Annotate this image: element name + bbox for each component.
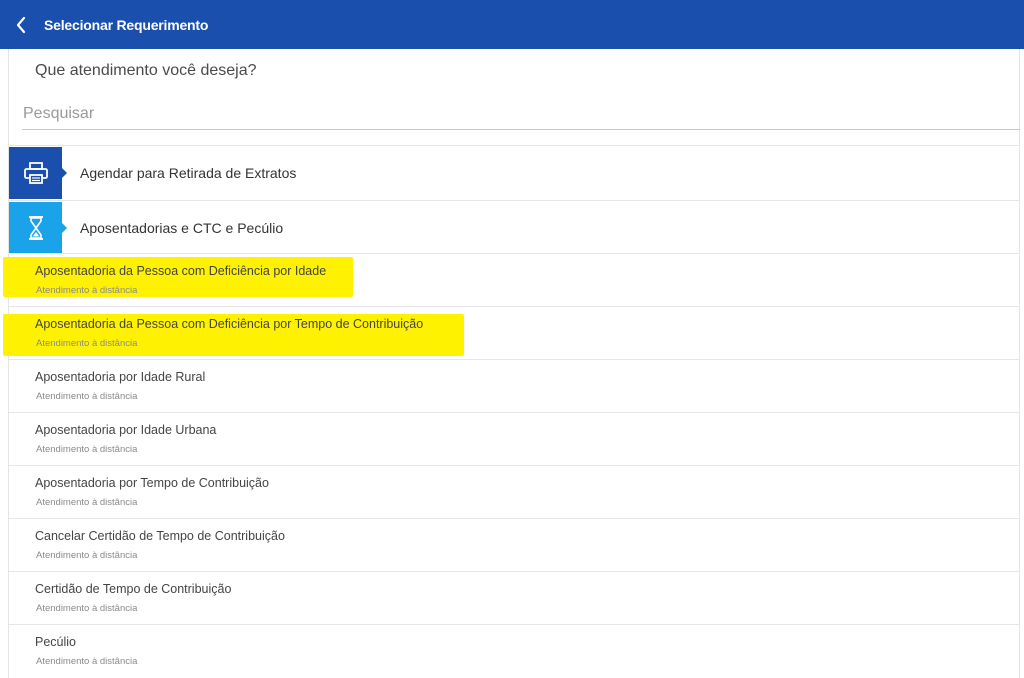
item-title: Aposentadoria por Idade Urbana (35, 423, 217, 437)
question-heading: Que atendimento você deseja? (35, 62, 257, 79)
item-subtitle: Atendimento à distância (36, 550, 138, 561)
item-title: Cancelar Certidão de Tempo de Contribuiç… (35, 529, 285, 543)
category-label: Agendar para Retirada de Extratos (80, 164, 297, 181)
list-item[interactable]: Aposentadoria por Tempo de Contribuição … (9, 465, 1020, 518)
back-button[interactable] (6, 0, 36, 49)
item-subtitle: Atendimento à distância (36, 603, 138, 614)
list-item[interactable]: Aposentadoria por Idade Rural Atendiment… (9, 359, 1020, 412)
app-header: Selecionar Requerimento (0, 0, 1024, 49)
search-input[interactable] (22, 99, 1020, 129)
chevron-left-icon (16, 16, 26, 33)
hourglass-icon (28, 215, 43, 240)
list-item[interactable]: Pecúlio Atendimento à distância (9, 624, 1020, 677)
item-title: Pecúlio (35, 635, 76, 649)
printer-icon (23, 161, 48, 184)
category-icon-box (9, 146, 67, 199)
item-title: Aposentadoria da Pessoa com Deficiência … (35, 264, 327, 278)
main-content: Que atendimento você deseja? Agendar par… (3, 49, 1020, 678)
item-subtitle: Atendimento à distância (36, 285, 138, 296)
category-icon-box (9, 201, 67, 254)
list-item[interactable]: Aposentadoria da Pessoa com Deficiência … (9, 306, 1020, 359)
item-title: Certidão de Tempo de Contribuição (35, 582, 232, 596)
category-label: Aposentadorias e CTC e Pecúlio (80, 219, 284, 236)
item-title: Aposentadoria por Idade Rural (35, 370, 206, 384)
list-item[interactable]: Aposentadoria por Idade Urbana Atendimen… (9, 412, 1020, 465)
list-item[interactable]: Aposentadoria da Pessoa com Deficiência … (9, 253, 1020, 306)
list-item[interactable]: Cancelar Certidão de Tempo de Contribuiç… (9, 518, 1020, 571)
list-item[interactable]: Certidão de Tempo de Contribuição Atendi… (9, 571, 1020, 624)
item-subtitle: Atendimento à distância (36, 656, 138, 667)
item-subtitle: Atendimento à distância (36, 391, 138, 402)
search-field (22, 99, 1020, 130)
item-subtitle: Atendimento à distância (36, 444, 138, 455)
item-title: Aposentadoria da Pessoa com Deficiência … (35, 317, 424, 331)
category-aposentadorias[interactable]: Aposentadorias e CTC e Pecúlio (9, 200, 1020, 254)
item-subtitle: Atendimento à distância (36, 497, 138, 508)
page-title: Selecionar Requerimento (44, 16, 209, 33)
item-title: Aposentadoria por Tempo de Contribuição (35, 476, 269, 490)
category-agendar-extratos[interactable]: Agendar para Retirada de Extratos (9, 145, 1020, 199)
item-subtitle: Atendimento à distância (36, 338, 138, 349)
